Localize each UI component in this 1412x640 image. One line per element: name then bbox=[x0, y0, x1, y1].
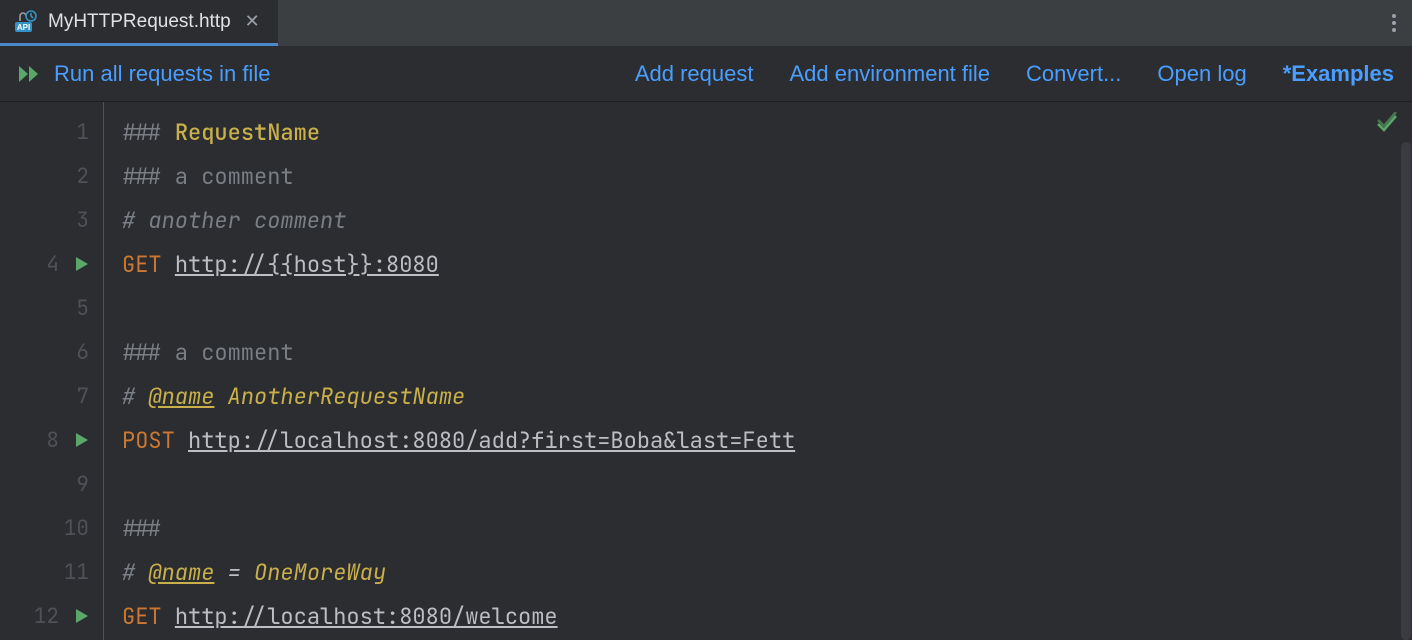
code-token: = bbox=[228, 558, 241, 587]
code-line[interactable]: ### bbox=[122, 506, 1412, 550]
editor-toolbar: Run all requests in file Add request Add… bbox=[0, 46, 1412, 102]
code-line[interactable] bbox=[122, 286, 1412, 330]
http-api-icon: API bbox=[14, 10, 38, 34]
line-number: 10 bbox=[64, 515, 89, 542]
code-token: @name bbox=[148, 558, 214, 587]
code-token: http://{{host}}:8080 bbox=[175, 250, 439, 279]
line-number: 3 bbox=[76, 207, 89, 234]
code-line[interactable] bbox=[122, 462, 1412, 506]
gutter-run-icon[interactable] bbox=[75, 608, 89, 624]
add-request-button[interactable]: Add request bbox=[635, 61, 754, 87]
code-token: ### bbox=[122, 118, 175, 147]
line-number: 11 bbox=[64, 559, 89, 586]
line-number: 6 bbox=[76, 339, 89, 366]
scrollbar[interactable] bbox=[1401, 142, 1411, 640]
code-token bbox=[214, 558, 227, 587]
gutter-line: 12 bbox=[0, 594, 103, 638]
gutter-line: 5 bbox=[0, 286, 103, 330]
gutter-line: 1 bbox=[0, 110, 103, 154]
code-token: http://localhost:8080/add?first=Boba&las… bbox=[188, 426, 795, 455]
gutter-line: 4 bbox=[0, 242, 103, 286]
open-log-button[interactable]: Open log bbox=[1157, 61, 1246, 87]
code-line[interactable]: GET http://{{host}}:8080 bbox=[122, 242, 1412, 286]
double-play-icon bbox=[18, 64, 44, 84]
code-token: # bbox=[122, 558, 148, 587]
gutter: 123456789101112 bbox=[0, 102, 104, 640]
line-number: 5 bbox=[76, 295, 89, 322]
line-number: 4 bbox=[46, 251, 59, 278]
code-token bbox=[175, 426, 188, 455]
gutter-run-icon[interactable] bbox=[75, 432, 89, 448]
code-token: RequestName bbox=[175, 118, 320, 147]
gutter-run-icon[interactable] bbox=[75, 256, 89, 272]
code-token bbox=[162, 602, 175, 631]
code-token: AnotherRequestName bbox=[214, 382, 465, 411]
run-all-label: Run all requests in file bbox=[54, 61, 270, 87]
line-number: 8 bbox=[46, 427, 59, 454]
code-line[interactable]: ### a comment bbox=[122, 330, 1412, 374]
code-token: OneMoreWay bbox=[241, 558, 386, 587]
more-menu-icon[interactable] bbox=[1376, 0, 1412, 46]
code-token: GET bbox=[122, 602, 162, 631]
tab-label: MyHTTPRequest.http bbox=[48, 11, 231, 33]
code-token: @name bbox=[148, 382, 214, 411]
code-token: ### bbox=[122, 514, 162, 543]
code-token: POST bbox=[122, 426, 175, 455]
code-token: # another comment bbox=[122, 206, 346, 235]
tab-bar: API MyHTTPRequest.http ✕ bbox=[0, 0, 1412, 46]
convert-button[interactable]: Convert... bbox=[1026, 61, 1121, 87]
file-tab[interactable]: API MyHTTPRequest.http ✕ bbox=[0, 0, 278, 46]
line-number: 9 bbox=[76, 471, 89, 498]
gutter-line: 3 bbox=[0, 198, 103, 242]
line-number: 1 bbox=[76, 119, 89, 146]
code-line[interactable]: POST http://localhost:8080/add?first=Bob… bbox=[122, 418, 1412, 462]
gutter-line: 10 bbox=[0, 506, 103, 550]
gutter-line: 8 bbox=[0, 418, 103, 462]
gutter-line: 2 bbox=[0, 154, 103, 198]
code-line[interactable]: # another comment bbox=[122, 198, 1412, 242]
close-icon[interactable]: ✕ bbox=[241, 11, 264, 32]
gutter-line: 6 bbox=[0, 330, 103, 374]
svg-text:API: API bbox=[17, 23, 30, 32]
gutter-line: 9 bbox=[0, 462, 103, 506]
code-token bbox=[162, 250, 175, 279]
gutter-line: 11 bbox=[0, 550, 103, 594]
inspection-status-icon[interactable] bbox=[1376, 112, 1398, 141]
code-token: GET bbox=[122, 250, 162, 279]
line-number: 7 bbox=[76, 383, 89, 410]
code-token: ### a comment bbox=[122, 338, 294, 367]
line-number: 12 bbox=[34, 603, 59, 630]
run-all-button[interactable]: Run all requests in file bbox=[18, 61, 270, 87]
code-editor[interactable]: 123456789101112 ### RequestName### a com… bbox=[0, 102, 1412, 640]
code-line[interactable]: # @name = OneMoreWay bbox=[122, 550, 1412, 594]
gutter-line: 7 bbox=[0, 374, 103, 418]
code-token: # bbox=[122, 382, 148, 411]
code-token: http://localhost:8080/welcome bbox=[175, 602, 558, 631]
code-line[interactable]: # @name AnotherRequestName bbox=[122, 374, 1412, 418]
code-area[interactable]: ### RequestName ### a comment # another co… bbox=[104, 102, 1412, 640]
code-line[interactable]: ### a comment bbox=[122, 154, 1412, 198]
code-line[interactable]: ### RequestName bbox=[122, 110, 1412, 154]
line-number: 2 bbox=[76, 163, 89, 190]
code-token: ### a comment bbox=[122, 162, 294, 191]
examples-button[interactable]: *Examples bbox=[1283, 61, 1394, 87]
add-env-button[interactable]: Add environment file bbox=[789, 61, 990, 87]
code-line[interactable]: GET http://localhost:8080/welcome bbox=[122, 594, 1412, 638]
